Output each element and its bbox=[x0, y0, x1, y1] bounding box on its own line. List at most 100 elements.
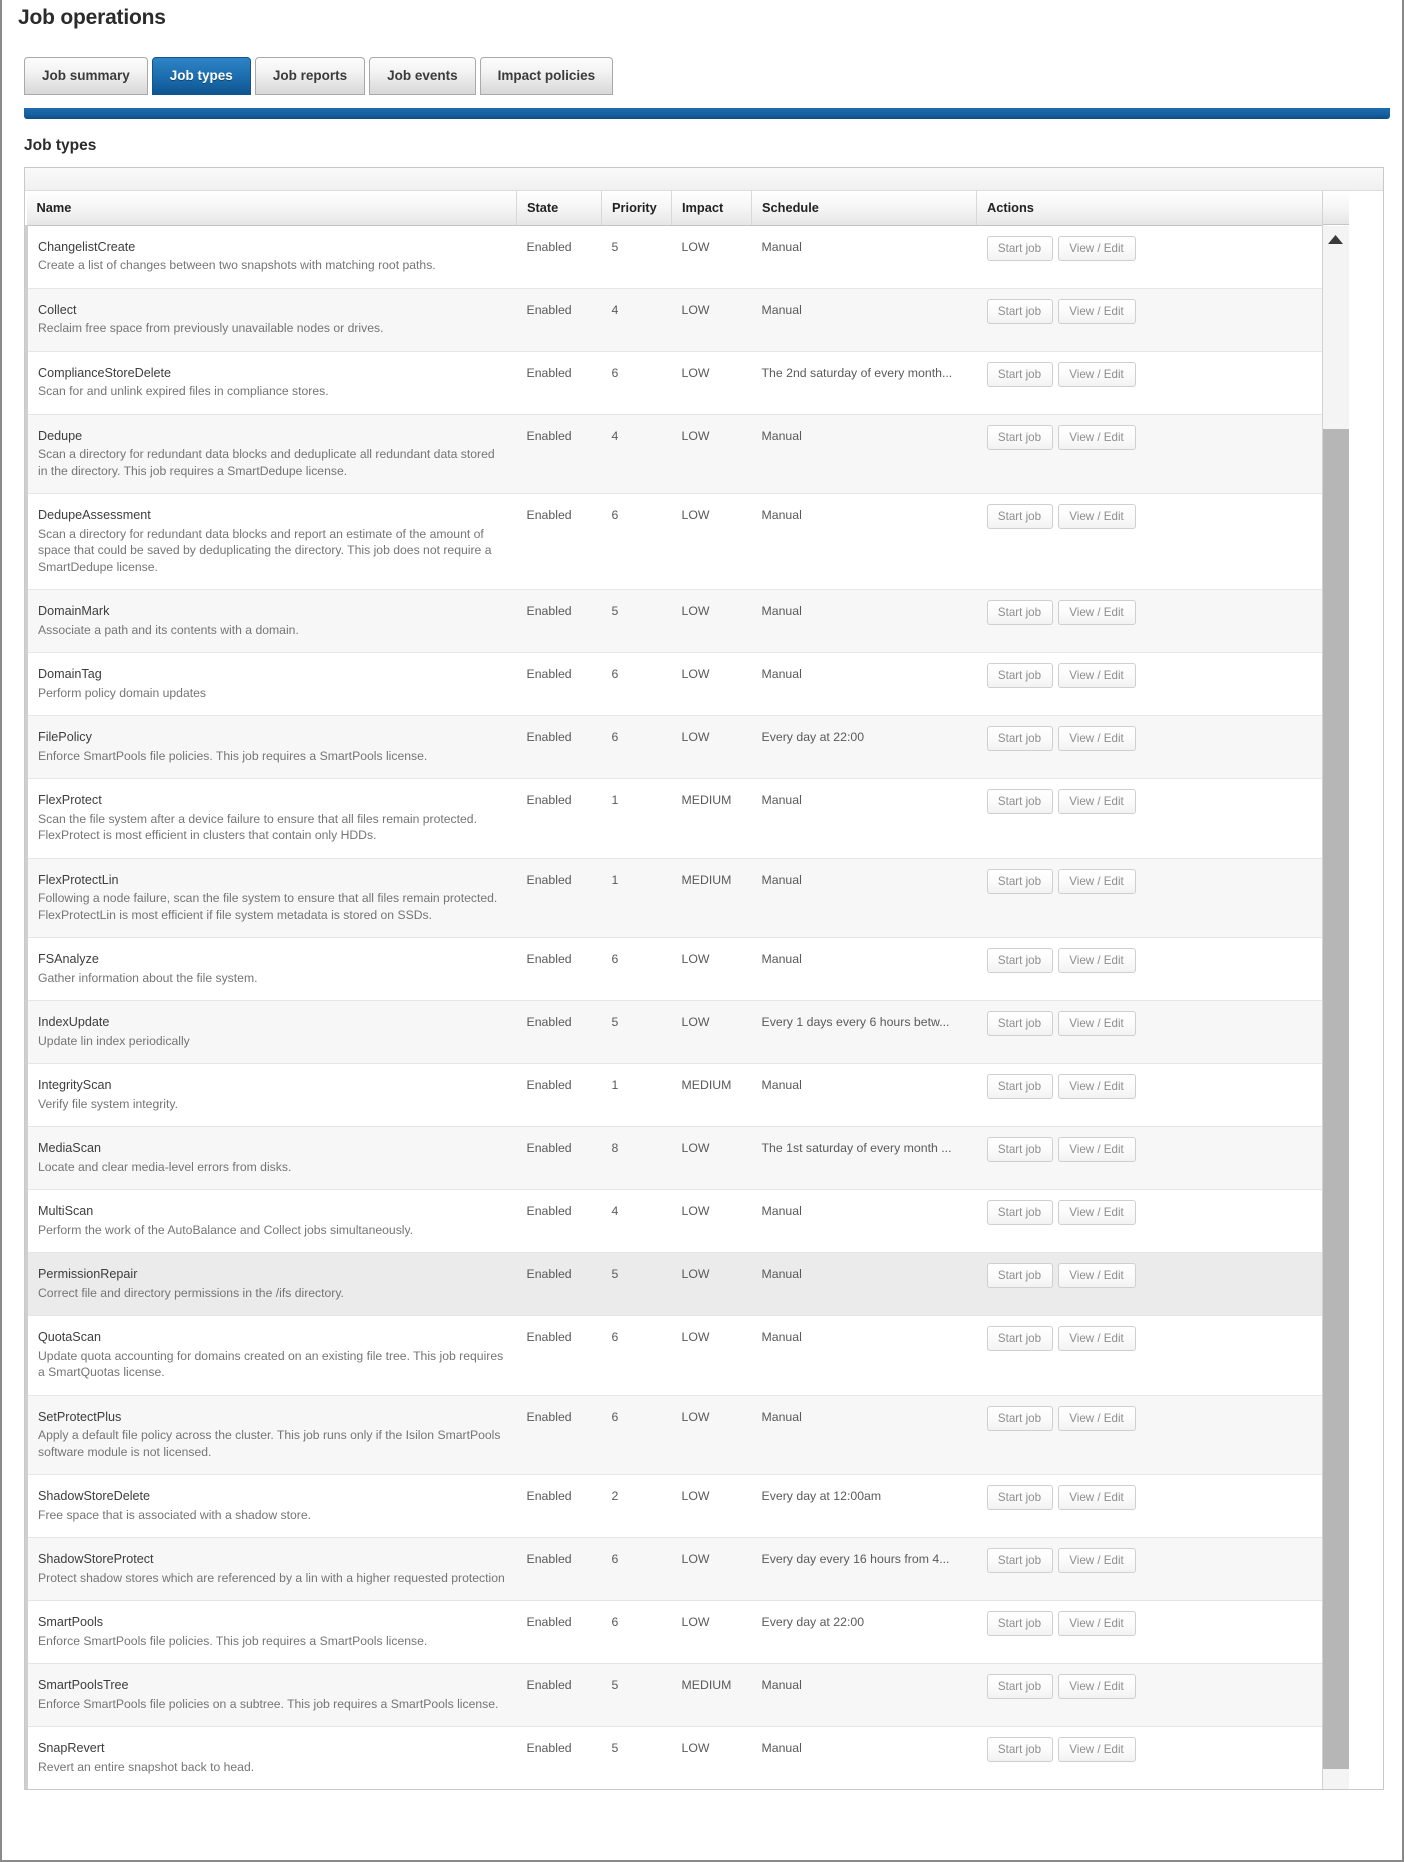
job-description: Perform the work of the AutoBalance and … bbox=[38, 1222, 414, 1237]
column-header-state[interactable]: State bbox=[516, 191, 602, 226]
cell-impact: LOW bbox=[671, 589, 752, 653]
start-job-button[interactable]: Start job bbox=[986, 1737, 1053, 1762]
job-description: Enforce SmartPools file policies. This j… bbox=[38, 1633, 428, 1648]
job-name: IntegrityScan bbox=[38, 1078, 112, 1092]
scrollbar-thumb[interactable] bbox=[1322, 429, 1349, 1769]
start-job-button[interactable]: Start job bbox=[986, 663, 1053, 688]
view-edit-button[interactable]: View / Edit bbox=[1057, 1548, 1136, 1573]
view-edit-button[interactable]: View / Edit bbox=[1057, 948, 1136, 973]
cell-name: ChangelistCreate Create a list of changes… bbox=[25, 224, 517, 288]
view-edit-button[interactable]: View / Edit bbox=[1057, 504, 1136, 529]
start-job-button[interactable]: Start job bbox=[986, 948, 1053, 973]
start-job-button[interactable]: Start job bbox=[986, 1137, 1053, 1162]
view-edit-button[interactable]: View / Edit bbox=[1057, 1326, 1136, 1351]
start-job-button[interactable]: Start job bbox=[986, 298, 1053, 324]
start-job-button[interactable]: Start job bbox=[986, 1263, 1053, 1288]
view-edit-button[interactable]: View / Edit bbox=[1057, 1200, 1136, 1225]
tab-impact-policies[interactable]: Impact policies bbox=[479, 57, 614, 95]
cell-priority: 5 bbox=[601, 1252, 672, 1316]
job-name: SmartPools bbox=[38, 1615, 104, 1629]
start-job-button[interactable]: Start job bbox=[986, 1611, 1053, 1636]
job-priority: 5 bbox=[611, 604, 619, 618]
job-priority: 5 bbox=[611, 239, 619, 254]
start-job-button[interactable]: Start job bbox=[986, 1326, 1053, 1351]
cell-name: PermissionRepair Correct file and directo… bbox=[25, 1252, 517, 1316]
view-edit-button[interactable]: View / Edit bbox=[1057, 1263, 1136, 1288]
start-job-button[interactable]: Start job bbox=[986, 726, 1053, 751]
view-edit-button[interactable]: View / Edit bbox=[1057, 1611, 1136, 1636]
job-impact: LOW bbox=[681, 1489, 710, 1503]
column-header-priority[interactable]: Priority bbox=[601, 191, 672, 226]
job-operations-page: Job operations Job summary Job types Job r… bbox=[0, 0, 1404, 1862]
tab-job-summary[interactable]: Job summary bbox=[24, 57, 148, 95]
start-job-button[interactable]: Start job bbox=[986, 1548, 1053, 1573]
start-job-button[interactable]: Start job bbox=[986, 1405, 1053, 1431]
start-job-button[interactable]: Start job bbox=[986, 1485, 1053, 1510]
view-edit-button[interactable]: View / Edit bbox=[1057, 1485, 1136, 1510]
view-edit-button[interactable]: View / Edit bbox=[1057, 1737, 1136, 1762]
cell-impact: MEDIUM bbox=[671, 778, 752, 858]
job-priority: 6 bbox=[611, 667, 619, 681]
cell-name: SnapRevert Revert an entire snapshot back… bbox=[25, 1726, 517, 1789]
start-job-button[interactable]: Start job bbox=[986, 1200, 1053, 1225]
job-schedule: Every day at 22:00 bbox=[761, 730, 865, 744]
cell-impact: MEDIUM bbox=[671, 1063, 752, 1127]
view-edit-button[interactable]: View / Edit bbox=[1057, 1405, 1136, 1431]
view-edit-button[interactable]: View / Edit bbox=[1057, 789, 1136, 814]
job-state: Enabled bbox=[526, 1409, 572, 1424]
table-row: FlexProtectLin Following a node failure, … bbox=[25, 857, 1322, 938]
cell-impact: LOW bbox=[671, 1000, 752, 1064]
view-edit-button[interactable]: View / Edit bbox=[1057, 1137, 1136, 1162]
start-job-button[interactable]: Start job bbox=[986, 1674, 1053, 1699]
cell-state: Enabled bbox=[516, 857, 602, 938]
tab-job-events[interactable]: Job events bbox=[369, 57, 476, 95]
job-impact: LOW bbox=[681, 1409, 710, 1424]
column-header-schedule[interactable]: Schedule bbox=[751, 191, 977, 226]
column-header-name[interactable]: Name bbox=[26, 191, 517, 226]
cell-schedule: Manual bbox=[751, 1063, 977, 1127]
job-name: FlexProtect bbox=[38, 793, 102, 807]
view-edit-button[interactable]: View / Edit bbox=[1057, 298, 1136, 324]
view-edit-button[interactable]: View / Edit bbox=[1057, 361, 1136, 387]
view-edit-button[interactable]: View / Edit bbox=[1057, 1674, 1136, 1699]
column-header-impact[interactable]: Impact bbox=[671, 191, 752, 226]
scrollbar-track[interactable] bbox=[1322, 226, 1349, 1789]
cell-impact: LOW bbox=[671, 1189, 752, 1253]
view-edit-button[interactable]: View / Edit bbox=[1057, 726, 1136, 751]
job-description: Reclaim free space from previously unava… bbox=[38, 321, 384, 335]
cell-priority: 6 bbox=[601, 1600, 672, 1664]
cell-schedule: Every day at 22:00 bbox=[751, 715, 977, 779]
cell-name: ComplianceStoreDelete Scan for and unlink… bbox=[25, 350, 517, 414]
start-job-button[interactable]: Start job bbox=[986, 868, 1053, 894]
cell-actions: Start job View / Edit bbox=[976, 1663, 1322, 1727]
tab-job-types[interactable]: Job types bbox=[151, 57, 251, 95]
view-edit-button[interactable]: View / Edit bbox=[1057, 600, 1136, 625]
cell-schedule: Manual bbox=[751, 652, 977, 716]
cell-schedule: Every 1 days every 6 hours betw... bbox=[751, 1000, 977, 1064]
start-job-button[interactable]: Start job bbox=[986, 789, 1053, 814]
job-priority: 5 bbox=[611, 1267, 619, 1281]
view-edit-button[interactable]: View / Edit bbox=[1057, 424, 1136, 450]
page-title: Job operations bbox=[18, 6, 166, 29]
view-edit-button[interactable]: View / Edit bbox=[1057, 663, 1136, 688]
cell-state: Enabled bbox=[516, 589, 602, 653]
view-edit-button[interactable]: View / Edit bbox=[1057, 868, 1136, 894]
view-edit-button[interactable]: View / Edit bbox=[1057, 1074, 1136, 1099]
start-job-button[interactable]: Start job bbox=[986, 504, 1053, 529]
table-scrollbar[interactable] bbox=[1321, 191, 1349, 1789]
start-job-button[interactable]: Start job bbox=[986, 424, 1053, 450]
job-impact: LOW bbox=[681, 1015, 710, 1029]
triangle-up-icon[interactable] bbox=[1323, 230, 1349, 248]
cell-priority: 5 bbox=[601, 224, 672, 288]
start-job-button[interactable]: Start job bbox=[986, 361, 1053, 387]
view-edit-button[interactable]: View / Edit bbox=[1057, 1011, 1136, 1036]
tab-job-reports[interactable]: Job reports bbox=[254, 57, 366, 95]
start-job-button[interactable]: Start job bbox=[986, 1011, 1053, 1036]
job-schedule: Manual bbox=[761, 302, 802, 317]
start-job-button[interactable]: Start job bbox=[986, 1074, 1053, 1099]
view-edit-button[interactable]: View / Edit bbox=[1057, 235, 1136, 261]
cell-impact: LOW bbox=[671, 937, 752, 1001]
job-description: Verify file system integrity. bbox=[38, 1096, 178, 1111]
start-job-button[interactable]: Start job bbox=[986, 235, 1053, 261]
start-job-button[interactable]: Start job bbox=[986, 600, 1053, 625]
